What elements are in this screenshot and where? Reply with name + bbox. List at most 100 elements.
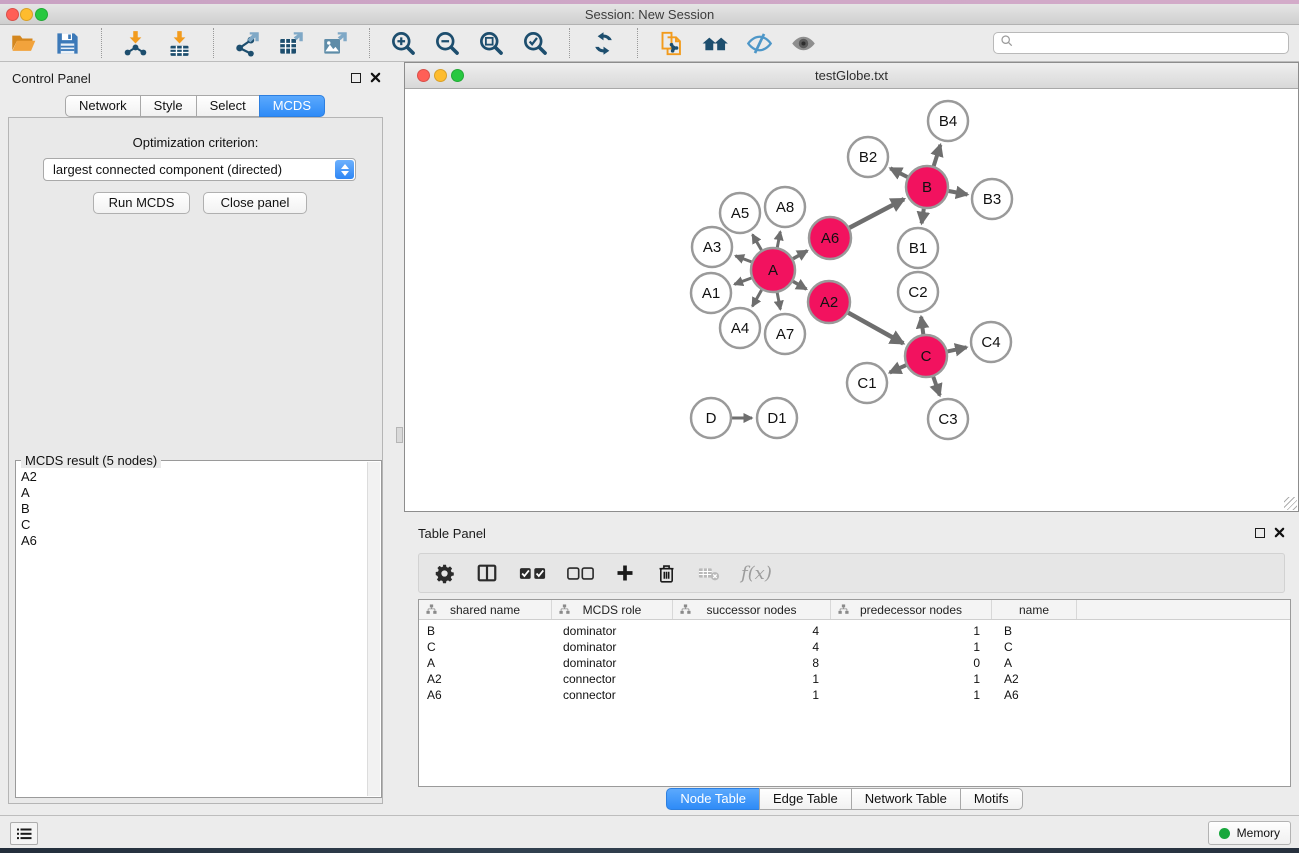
column-header-shared-name[interactable]: shared name bbox=[419, 600, 552, 619]
table-row[interactable]: Cdominator41C bbox=[419, 639, 1290, 655]
memory-button[interactable]: Memory bbox=[1208, 821, 1291, 845]
table-row[interactable]: Bdominator41B bbox=[419, 623, 1290, 639]
minimize-window-button[interactable] bbox=[20, 8, 33, 21]
mcds-result-item[interactable]: C bbox=[18, 517, 365, 533]
edge-A-A6[interactable] bbox=[793, 251, 807, 259]
mcds-result-item[interactable]: A6 bbox=[18, 533, 365, 549]
edge-B-B1[interactable] bbox=[922, 209, 924, 224]
graph-node-D[interactable]: D bbox=[691, 398, 731, 438]
tab-style[interactable]: Style bbox=[140, 95, 197, 117]
zoom-window-button[interactable] bbox=[35, 8, 48, 21]
hide-eye-icon[interactable] bbox=[746, 30, 773, 57]
close-table-panel-icon[interactable] bbox=[1274, 527, 1285, 538]
table-row[interactable]: A6connector11A6 bbox=[419, 687, 1290, 703]
export-image-icon[interactable] bbox=[322, 30, 349, 57]
run-mcds-button[interactable]: Run MCDS bbox=[93, 192, 190, 214]
refresh-icon[interactable] bbox=[590, 30, 617, 57]
graph-node-B2[interactable]: B2 bbox=[848, 137, 888, 177]
edge-A-A4[interactable] bbox=[752, 290, 761, 306]
column-header-predecessor-nodes[interactable]: predecessor nodes bbox=[831, 600, 992, 619]
tab-select[interactable]: Select bbox=[196, 95, 260, 117]
duplicate-network-icon[interactable] bbox=[658, 30, 685, 57]
resize-grip-icon[interactable] bbox=[1284, 497, 1297, 510]
search-input[interactable] bbox=[1018, 36, 1282, 50]
edge-A-A7[interactable] bbox=[777, 293, 780, 310]
edge-A-A5[interactable] bbox=[753, 235, 762, 251]
graph-node-B[interactable]: B bbox=[906, 166, 948, 208]
graph-node-A3[interactable]: A3 bbox=[692, 227, 732, 267]
edge-A-A1[interactable] bbox=[734, 278, 751, 284]
gear-icon[interactable] bbox=[434, 563, 455, 584]
home-icon[interactable] bbox=[702, 30, 729, 57]
export-network-icon[interactable] bbox=[234, 30, 261, 57]
tab-node-table[interactable]: Node Table bbox=[666, 788, 760, 810]
column-header-successor-nodes[interactable]: successor nodes bbox=[673, 600, 831, 619]
float-table-panel-icon[interactable] bbox=[1255, 528, 1265, 538]
network-window-titlebar[interactable]: testGlobe.txt bbox=[405, 63, 1298, 89]
zoom-network-window-button[interactable] bbox=[451, 69, 464, 82]
tab-motifs[interactable]: Motifs bbox=[960, 788, 1023, 810]
edge-C-C1[interactable] bbox=[890, 365, 906, 372]
graph-node-A7[interactable]: A7 bbox=[765, 314, 805, 354]
table-row[interactable]: Adominator80A bbox=[419, 655, 1290, 671]
mcds-result-item[interactable]: A bbox=[18, 485, 365, 501]
trash-icon[interactable] bbox=[656, 563, 677, 584]
graph-node-C4[interactable]: C4 bbox=[971, 322, 1011, 362]
tab-edge-table[interactable]: Edge Table bbox=[759, 788, 852, 810]
edge-C-C4[interactable] bbox=[948, 347, 967, 351]
edge-B-B4[interactable] bbox=[934, 145, 941, 166]
graph-node-A5[interactable]: A5 bbox=[720, 193, 760, 233]
graph-node-C3[interactable]: C3 bbox=[928, 399, 968, 439]
column-header-name[interactable]: name bbox=[992, 600, 1077, 619]
search-box[interactable] bbox=[993, 32, 1289, 54]
graph-node-A[interactable]: A bbox=[751, 248, 795, 292]
edge-A6-B[interactable] bbox=[850, 199, 905, 228]
tab-network[interactable]: Network bbox=[65, 95, 141, 117]
import-table-icon[interactable] bbox=[166, 30, 193, 57]
graph-node-A4[interactable]: A4 bbox=[720, 308, 760, 348]
float-panel-icon[interactable] bbox=[351, 73, 361, 83]
edge-B-B2[interactable] bbox=[890, 168, 907, 177]
edge-B-B3[interactable] bbox=[949, 191, 968, 195]
result-scrollbar[interactable] bbox=[367, 462, 380, 796]
close-network-window-button[interactable] bbox=[417, 69, 430, 82]
criterion-select[interactable]: largest connected component (directed) bbox=[43, 158, 356, 181]
tab-mcds[interactable]: MCDS bbox=[259, 95, 325, 117]
minimize-network-window-button[interactable] bbox=[434, 69, 447, 82]
graph-node-B4[interactable]: B4 bbox=[928, 101, 968, 141]
graph-node-A8[interactable]: A8 bbox=[765, 187, 805, 227]
task-history-button[interactable] bbox=[10, 822, 38, 845]
edge-A-A8[interactable] bbox=[777, 232, 780, 248]
graph-node-B1[interactable]: B1 bbox=[898, 228, 938, 268]
import-network-icon[interactable] bbox=[122, 30, 149, 57]
close-panel-icon[interactable] bbox=[370, 72, 381, 83]
eye-icon[interactable] bbox=[790, 30, 817, 57]
edge-A-A2[interactable] bbox=[793, 281, 806, 289]
select-all-icon[interactable] bbox=[519, 566, 546, 581]
graph-node-C1[interactable]: C1 bbox=[847, 363, 887, 403]
mcds-result-item[interactable]: A2 bbox=[18, 469, 365, 485]
save-icon[interactable] bbox=[54, 30, 81, 57]
zoom-out-icon[interactable] bbox=[434, 30, 461, 57]
table-row[interactable]: A2connector11A2 bbox=[419, 671, 1290, 687]
graph-node-D1[interactable]: D1 bbox=[757, 398, 797, 438]
edge-C-C2[interactable] bbox=[921, 317, 923, 334]
graph-node-C[interactable]: C bbox=[905, 335, 947, 377]
add-column-icon[interactable] bbox=[615, 563, 635, 583]
edge-A-A3[interactable] bbox=[735, 256, 751, 262]
graph-node-A1[interactable]: A1 bbox=[691, 273, 731, 313]
zoom-in-icon[interactable] bbox=[390, 30, 417, 57]
deselect-all-icon[interactable] bbox=[567, 566, 594, 581]
mcds-result-item[interactable]: B bbox=[18, 501, 365, 517]
column-header-mcds-role[interactable]: MCDS role bbox=[552, 600, 673, 619]
zoom-fit-icon[interactable] bbox=[478, 30, 505, 57]
graph-node-C2[interactable]: C2 bbox=[898, 272, 938, 312]
graph-node-A2[interactable]: A2 bbox=[808, 281, 850, 323]
graph-node-A6[interactable]: A6 bbox=[809, 217, 851, 259]
export-table-icon[interactable] bbox=[278, 30, 305, 57]
edge-A2-C[interactable] bbox=[848, 313, 903, 344]
vertical-splitter-handle[interactable] bbox=[396, 427, 403, 443]
zoom-selected-icon[interactable] bbox=[522, 30, 549, 57]
edge-C-C3[interactable] bbox=[933, 377, 940, 396]
tab-network-table[interactable]: Network Table bbox=[851, 788, 961, 810]
